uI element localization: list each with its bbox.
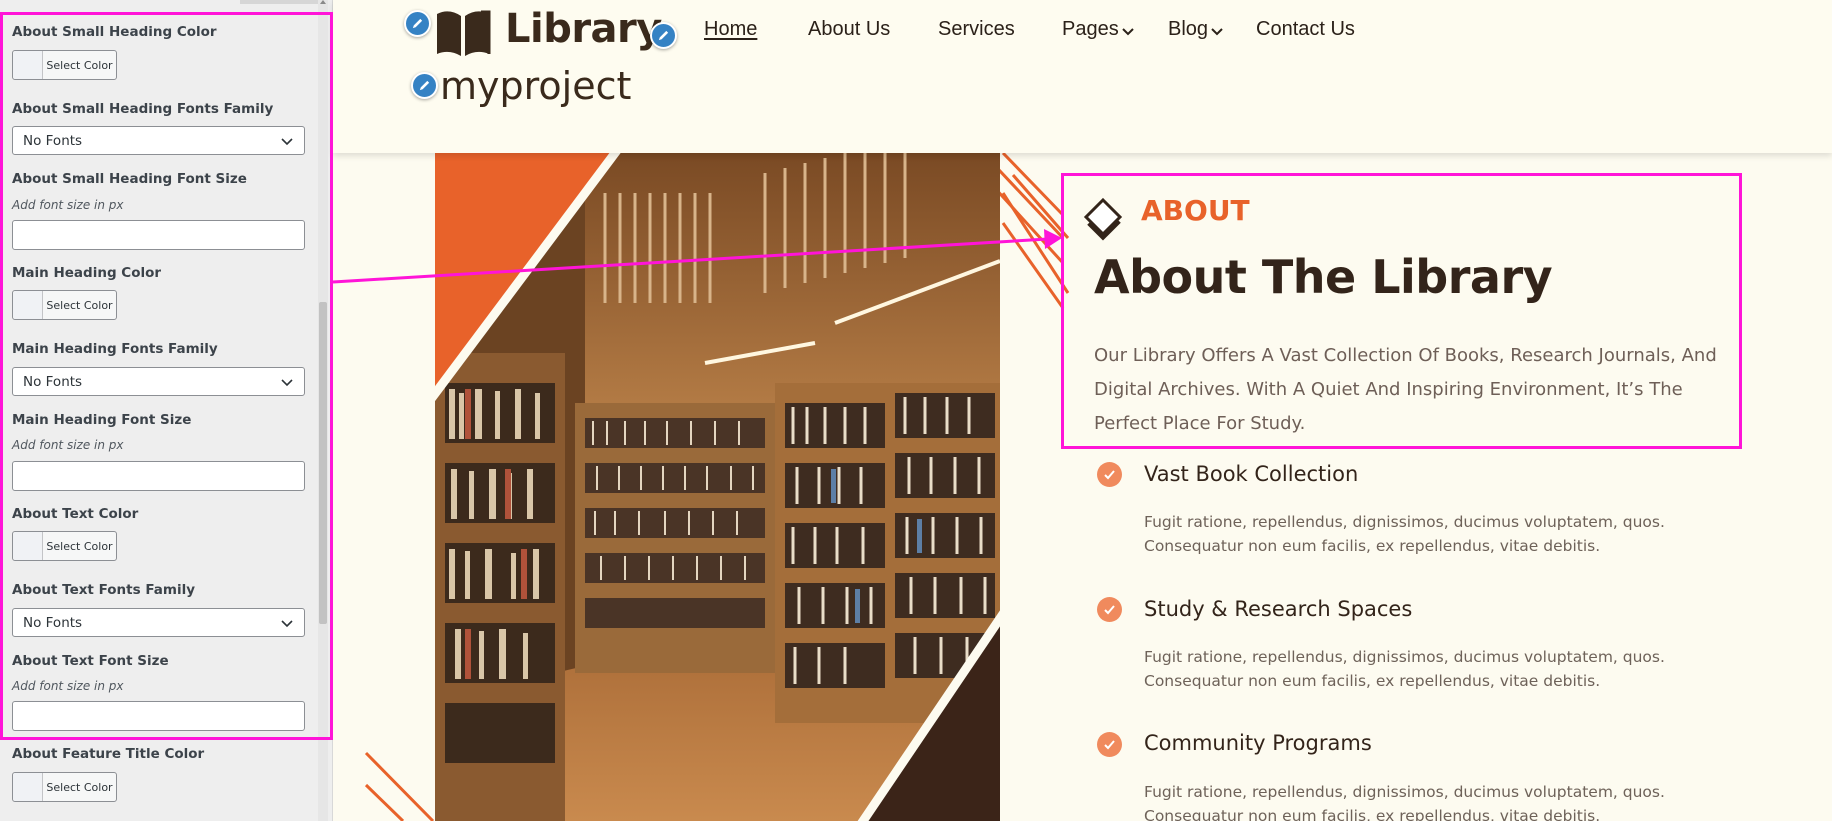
nav-pages[interactable]: Pages bbox=[1062, 18, 1135, 41]
check-icon bbox=[1097, 462, 1122, 487]
about-text-font-size-input[interactable] bbox=[12, 701, 305, 731]
field-description: Add font size in px bbox=[12, 198, 124, 212]
color-swatch bbox=[13, 291, 43, 319]
main-heading-color-button[interactable]: Select Color bbox=[12, 290, 117, 320]
field-label: Main Heading Color bbox=[12, 265, 162, 281]
select-color-label: Select Color bbox=[46, 298, 113, 312]
feature-description: Fugit ratione, repellendus, dignissimos,… bbox=[1144, 783, 1665, 821]
open-book-icon bbox=[437, 10, 491, 56]
about-small-heading-font-family-select[interactable]: No Fonts bbox=[12, 126, 305, 155]
pencil-icon[interactable] bbox=[404, 10, 431, 37]
nav-label: About Us bbox=[808, 18, 891, 40]
feature-title: Study & Research Spaces bbox=[1144, 597, 1413, 621]
field-label: Main Heading Fonts Family bbox=[12, 341, 218, 357]
field-label: About Small Heading Font Size bbox=[12, 171, 247, 187]
about-small-heading: ABOUT bbox=[1141, 194, 1250, 227]
select-color-label: Select Color bbox=[46, 539, 113, 553]
color-swatch bbox=[13, 773, 43, 801]
field-description: Add font size in px bbox=[12, 679, 124, 693]
nav-home[interactable]: Home bbox=[704, 18, 757, 41]
library-photo bbox=[435, 153, 1000, 821]
about-text-font-family-select[interactable]: No Fonts bbox=[12, 608, 305, 637]
select-value: No Fonts bbox=[23, 614, 83, 631]
feature-title: Community Programs bbox=[1144, 731, 1372, 755]
select-value: No Fonts bbox=[23, 373, 83, 390]
about-feature-title-color-button[interactable]: Select Color bbox=[12, 772, 117, 802]
about-main-heading: About The Library bbox=[1094, 250, 1553, 304]
field-label: About Text Color bbox=[12, 506, 139, 522]
field-label: About Feature Title Color bbox=[12, 746, 205, 762]
chevron-down-icon bbox=[281, 137, 293, 145]
nav-label: Pages bbox=[1062, 18, 1119, 40]
site-title[interactable]: myproject bbox=[440, 64, 631, 108]
panel-scrollbar-thumb[interactable] bbox=[319, 302, 327, 624]
pencil-icon[interactable] bbox=[650, 22, 677, 49]
pencil-icon[interactable] bbox=[411, 72, 438, 99]
field-label: About Text Font Size bbox=[12, 653, 169, 669]
about-text: Our Library Offers A Vast Collection Of … bbox=[1094, 345, 1717, 434]
check-icon bbox=[1097, 732, 1122, 757]
scroll-up-arrow-icon[interactable] bbox=[320, 0, 326, 4]
chevron-down-icon bbox=[1122, 28, 1134, 36]
feature-description: Fugit ratione, repellendus, dignissimos,… bbox=[1144, 513, 1665, 555]
nav-label: Services bbox=[938, 18, 1015, 40]
select-value: No Fonts bbox=[23, 132, 83, 149]
field-label: Main Heading Font Size bbox=[12, 412, 192, 428]
select-color-label: Select Color bbox=[46, 780, 113, 794]
chevron-down-icon bbox=[1211, 28, 1223, 36]
feature-title: Vast Book Collection bbox=[1144, 462, 1359, 486]
select-color-label: Select Color bbox=[46, 58, 113, 72]
nav-label: Home bbox=[704, 18, 758, 40]
field-label: About Small Heading Color bbox=[12, 24, 217, 40]
panel-top-strip bbox=[240, 0, 325, 4]
main-heading-font-size-input[interactable] bbox=[12, 461, 305, 491]
field-label: About Text Fonts Family bbox=[12, 582, 195, 598]
about-text-color-button[interactable]: Select Color bbox=[12, 531, 117, 561]
nav-contact-us[interactable]: Contact Us bbox=[1256, 18, 1355, 41]
chevron-down-icon bbox=[281, 378, 293, 386]
about-small-heading-color-button[interactable]: Select Color bbox=[12, 50, 117, 80]
chevron-down-icon bbox=[281, 619, 293, 627]
color-swatch bbox=[13, 532, 43, 560]
nav-blog[interactable]: Blog bbox=[1168, 18, 1224, 41]
feature-description: Fugit ratione, repellendus, dignissimos,… bbox=[1144, 648, 1665, 690]
nav-label: Contact Us bbox=[1256, 18, 1355, 40]
check-icon bbox=[1097, 597, 1122, 622]
nav-about-us[interactable]: About Us bbox=[808, 18, 890, 41]
field-label: About Small Heading Fonts Family bbox=[12, 101, 274, 117]
color-swatch bbox=[13, 51, 43, 79]
about-small-heading-font-size-input[interactable] bbox=[12, 220, 305, 250]
customizer-panel: About Small Heading Color Select Color A… bbox=[0, 0, 333, 821]
nav-services[interactable]: Services bbox=[938, 18, 1015, 41]
main-heading-font-family-select[interactable]: No Fonts bbox=[12, 367, 305, 396]
field-description: Add font size in px bbox=[12, 438, 124, 452]
logo-text[interactable]: Library bbox=[505, 6, 662, 52]
book-diamond-icon bbox=[1083, 197, 1123, 241]
nav-label: Blog bbox=[1168, 18, 1209, 40]
